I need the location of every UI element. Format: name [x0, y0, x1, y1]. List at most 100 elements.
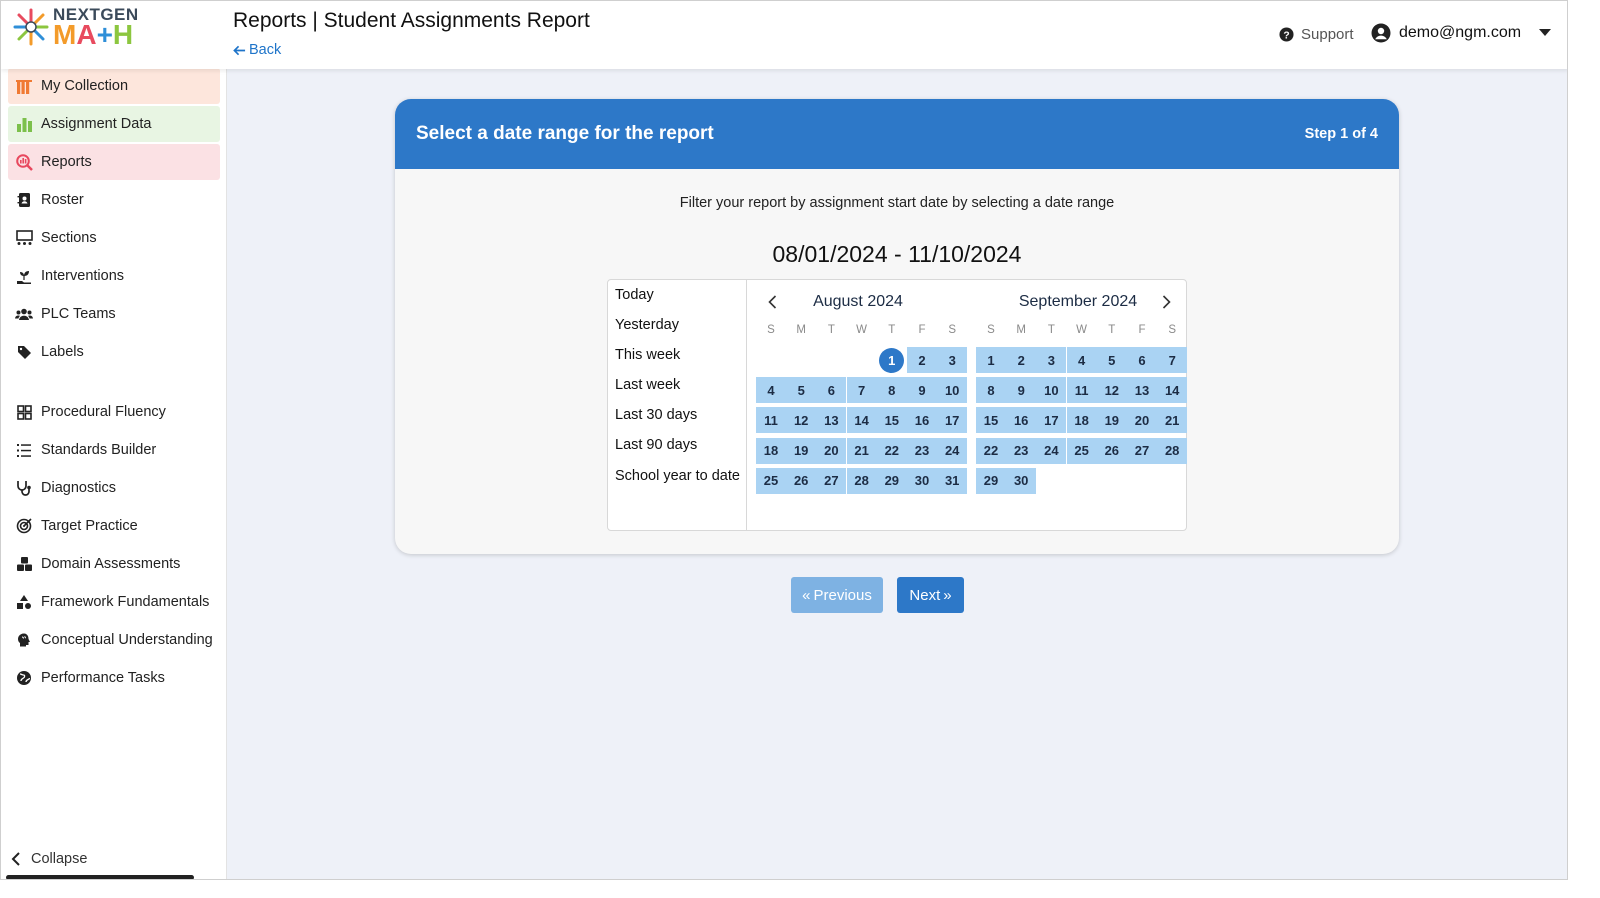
calendar-day[interactable]: 23 — [907, 437, 937, 464]
calendar-day[interactable]: 12 — [1096, 377, 1127, 404]
preset-last-90-days[interactable]: Last 90 days — [615, 437, 697, 453]
calendar-day[interactable]: 7 — [846, 377, 877, 404]
calendar-day[interactable]: 7 — [1157, 347, 1188, 373]
back-link[interactable]: Back — [233, 42, 281, 58]
calendar-day[interactable]: 1 — [976, 347, 1006, 373]
calendar-day[interactable]: 13 — [816, 407, 847, 434]
calendar-day[interactable]: 2 — [1006, 347, 1037, 373]
horizontal-scrollbar[interactable] — [6, 875, 194, 879]
sidebar-item-interventions[interactable]: Interventions — [8, 258, 220, 294]
sidebar-item-conceptual-understanding[interactable]: Conceptual Understanding — [8, 622, 220, 658]
calendar-day[interactable]: 8 — [976, 377, 1006, 404]
calendar-day[interactable]: 3 — [937, 347, 968, 373]
calendar-day[interactable]: 17 — [1036, 407, 1067, 434]
sidebar-item-diagnostics[interactable]: Diagnostics — [8, 470, 220, 506]
sidebar-item-sections[interactable]: Sections — [8, 220, 220, 256]
next-month-button[interactable] — [1159, 293, 1173, 311]
calendar-day[interactable]: 28 — [846, 467, 877, 494]
preset-last-30-days[interactable]: Last 30 days — [615, 407, 697, 423]
sidebar-item-reports[interactable]: Reports — [8, 144, 220, 180]
calendar-day[interactable]: 15 — [876, 407, 907, 434]
calendar-day[interactable]: 9 — [907, 377, 937, 404]
sidebar-item-roster[interactable]: Roster — [8, 182, 220, 218]
preset-yesterday[interactable]: Yesterday — [615, 317, 679, 333]
calendar-day[interactable]: 8 — [876, 377, 907, 404]
collapse-label: Collapse — [31, 851, 88, 867]
calendar-day[interactable]: 22 — [876, 437, 907, 464]
calendar-day[interactable]: 26 — [1096, 437, 1127, 464]
calendar-day[interactable]: 5 — [786, 377, 817, 404]
preset-today[interactable]: Today — [615, 287, 654, 303]
calendar-day[interactable]: 18 — [1066, 407, 1097, 434]
calendar-day[interactable]: 30 — [1006, 467, 1037, 494]
preset-school-year-to-date[interactable]: School year to date — [615, 468, 740, 484]
calendar-day[interactable]: 25 — [756, 467, 786, 494]
calendar-day[interactable]: 2 — [907, 347, 937, 373]
calendar-day[interactable]: 31 — [937, 467, 968, 494]
preset-ranges: Today Yesterday This week Last week Last… — [608, 280, 747, 530]
calendar-day[interactable]: 11 — [1066, 377, 1097, 404]
calendar-day[interactable]: 21 — [846, 437, 877, 464]
calendar-day[interactable]: 17 — [937, 407, 968, 434]
calendar-day[interactable]: 27 — [1127, 437, 1157, 464]
calendar-day[interactable]: 24 — [1036, 437, 1067, 464]
calendar-day[interactable]: 12 — [786, 407, 817, 434]
calendar-day[interactable]: 28 — [1157, 437, 1188, 464]
calendar-day[interactable]: 29 — [876, 467, 907, 494]
top-bar: NEXTGEN MA+H Reports | Student Assignmen… — [1, 1, 1567, 69]
user-menu[interactable]: demo@ngm.com — [1371, 23, 1552, 43]
sidebar-item-target-practice[interactable]: Target Practice — [8, 508, 220, 544]
calendar-day[interactable]: 19 — [786, 437, 817, 464]
calendar-day[interactable]: 16 — [1006, 407, 1037, 434]
support-link[interactable]: ? Support — [1279, 26, 1354, 43]
calendar-day[interactable]: 10 — [937, 377, 968, 404]
preset-last-week[interactable]: Last week — [615, 377, 680, 393]
calendar-day[interactable]: 14 — [846, 407, 877, 434]
calendar-day[interactable]: 14 — [1157, 377, 1188, 404]
caret-down-icon — [1539, 29, 1552, 36]
calendar-day[interactable]: 1 — [877, 347, 907, 373]
sidebar-item-procedural-fluency[interactable]: Procedural Fluency — [8, 394, 220, 430]
calendar-day[interactable]: 13 — [1127, 377, 1157, 404]
previous-button[interactable]: « Previous — [791, 577, 883, 613]
date-range-card: Select a date range for the report Step … — [395, 99, 1399, 554]
sidebar-item-labels[interactable]: Labels — [8, 334, 220, 370]
calendar-day[interactable]: 23 — [1006, 437, 1037, 464]
calendar-day[interactable]: 3 — [1036, 347, 1067, 373]
sidebar-item-framework-fundamentals[interactable]: Framework Fundamentals — [8, 584, 220, 620]
calendar-day[interactable]: 16 — [907, 407, 937, 434]
back-label: Back — [249, 42, 282, 58]
calendar-day[interactable]: 20 — [1127, 407, 1157, 434]
page-title: Reports | Student Assignments Report — [233, 9, 590, 32]
calendar-day[interactable]: 30 — [907, 467, 937, 494]
calendar-day[interactable]: 9 — [1006, 377, 1037, 404]
calendar-day[interactable]: 25 — [1066, 437, 1097, 464]
calendar-day[interactable]: 6 — [1127, 347, 1157, 373]
calendar-day[interactable]: 11 — [756, 407, 786, 434]
calendar-day[interactable]: 5 — [1096, 347, 1127, 373]
calendar-day[interactable]: 4 — [756, 377, 786, 404]
calendar-day[interactable]: 22 — [976, 437, 1006, 464]
calendar-day[interactable]: 18 — [756, 437, 786, 464]
sidebar-item-assignment-data[interactable]: Assignment Data — [8, 106, 220, 142]
calendar-day[interactable]: 19 — [1096, 407, 1127, 434]
sidebar-item-standards-builder[interactable]: Standards Builder — [8, 432, 220, 468]
calendar-day[interactable]: 27 — [816, 467, 847, 494]
next-button[interactable]: Next » — [897, 577, 964, 613]
calendar-day[interactable]: 24 — [937, 437, 968, 464]
sidebar-item-plc-teams[interactable]: PLC Teams — [8, 296, 220, 332]
calendar-day[interactable]: 4 — [1066, 347, 1097, 373]
calendar-day[interactable]: 20 — [816, 437, 847, 464]
sidebar-item-performance-tasks[interactable]: Performance Tasks — [8, 660, 220, 696]
calendar-day[interactable]: 29 — [976, 467, 1006, 494]
sidebar-item-domain-assessments[interactable]: Domain Assessments — [8, 546, 220, 582]
calendar-day[interactable]: 10 — [1036, 377, 1067, 404]
sidebar-item-my-collection[interactable]: My Collection — [8, 68, 220, 104]
calendar-day[interactable]: 26 — [786, 467, 817, 494]
calendar-day[interactable]: 15 — [976, 407, 1006, 434]
calendar-day[interactable]: 21 — [1157, 407, 1188, 434]
preset-this-week[interactable]: This week — [615, 347, 680, 363]
collapse-button[interactable]: Collapse — [11, 851, 87, 867]
nextgen-math-logo[interactable]: NEXTGEN MA+H — [13, 5, 143, 50]
calendar-day[interactable]: 6 — [816, 377, 847, 404]
